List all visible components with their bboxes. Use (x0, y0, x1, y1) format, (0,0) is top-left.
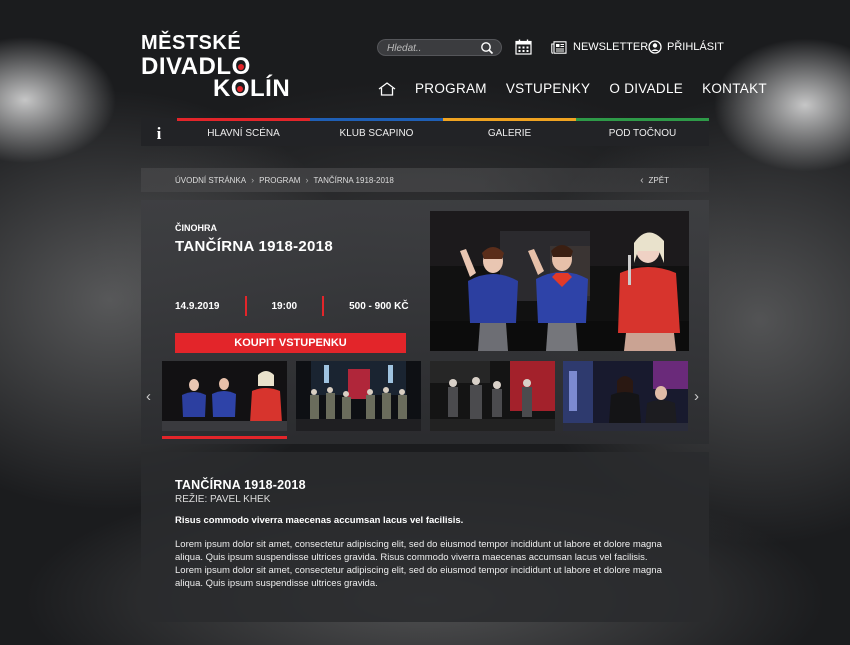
search-box (377, 39, 502, 56)
newspaper-icon (551, 40, 567, 54)
search-input[interactable] (387, 41, 477, 55)
gallery-thumb-2[interactable] (296, 361, 421, 431)
subnav-pod-tocnou[interactable]: POD TOČNOU (576, 121, 709, 146)
event-title: TANČÍRNA 1918-2018 (175, 238, 333, 255)
login-label: PŘIHLÁSIT (667, 41, 724, 53)
logo-line-3: KOLÍN (213, 75, 291, 102)
nav-o-divadle[interactable]: O DIVADLE (609, 81, 683, 96)
gallery-thumb-3[interactable] (430, 361, 555, 431)
nav-vstupenky[interactable]: VSTUPENKY (506, 81, 590, 96)
chevron-right-icon: › (251, 175, 255, 185)
nav-program[interactable]: PROGRAM (415, 81, 487, 96)
sub-nav: i HLAVNÍ SCÉNA KLUB SCAPINO GALERIE POD … (141, 118, 709, 146)
calendar-icon[interactable] (515, 39, 532, 55)
logo-line-1: MĚSTSKÉ (141, 32, 242, 54)
chevron-right-icon: › (305, 175, 309, 185)
site-logo[interactable]: MĚSTSKÉ DIVADLO KOLÍN (141, 33, 290, 101)
description-lead: Risus commodo viverra maecenas accumsan … (175, 515, 464, 526)
gallery-active-indicator (162, 436, 287, 439)
info-icon[interactable]: i (141, 121, 177, 146)
event-genre: ČINOHRA (175, 223, 217, 233)
logo-red-dot (238, 63, 245, 70)
divider (322, 296, 325, 316)
breadcrumb-current: TANČÍRNA 1918-2018 (313, 175, 394, 185)
chevron-left-icon: ‹ (640, 174, 644, 186)
event-meta: 14.9.2019 19:00 500 - 900 KČ (175, 296, 409, 316)
home-icon[interactable] (378, 81, 396, 96)
newsletter-label: NEWSLETTER (573, 41, 649, 53)
login-link[interactable]: PŘIHLÁSIT (648, 39, 724, 55)
gallery-next-button[interactable]: › (694, 388, 699, 405)
event-time: 19:00 (271, 300, 298, 312)
subnav-hlavni-scena[interactable]: HLAVNÍ SCÉNA (177, 121, 310, 146)
divider (244, 296, 247, 316)
breadcrumb-program[interactable]: PROGRAM (259, 176, 300, 185)
main-nav: PROGRAM VSTUPENKY O DIVADLE KONTAKT (378, 81, 767, 96)
subnav-galerie[interactable]: GALERIE (443, 121, 576, 146)
description-director: REŽIE: PAVEL KHEK (175, 494, 271, 505)
gallery-prev-button[interactable]: ‹ (146, 388, 151, 405)
description-title: TANČÍRNA 1918-2018 (175, 478, 306, 492)
logo-red-dot (237, 85, 244, 92)
subnav-klub-scapino[interactable]: KLUB SCAPINO (310, 121, 443, 146)
description-panel: TANČÍRNA 1918-2018 REŽIE: PAVEL KHEK Ris… (141, 452, 709, 622)
nav-kontakt[interactable]: KONTAKT (702, 81, 767, 96)
newsletter-link[interactable]: NEWSLETTER (551, 39, 648, 55)
breadcrumb-home[interactable]: ÚVODNÍ STRÁNKA (175, 176, 246, 185)
breadcrumb: ÚVODNÍ STRÁNKA › PROGRAM › TANČÍRNA 1918… (141, 168, 709, 192)
event-date: 14.9.2019 (175, 300, 220, 312)
event-price: 500 - 900 KČ (349, 300, 409, 312)
search-icon[interactable] (480, 41, 494, 55)
description-body: Lorem ipsum dolor sit amet, consectetur … (175, 539, 662, 589)
back-label: ZPĚT (648, 175, 669, 185)
back-link[interactable]: ‹ ZPĚT (640, 168, 669, 192)
user-icon (648, 40, 662, 54)
gallery-thumb-1[interactable] (162, 361, 287, 431)
buy-ticket-button[interactable]: KOUPIT VSTUPENKU (175, 333, 406, 353)
gallery-thumb-4[interactable] (563, 361, 688, 431)
event-main-photo (430, 211, 689, 351)
event-panel: ČINOHRA TANČÍRNA 1918-2018 14.9.2019 19:… (141, 200, 709, 444)
